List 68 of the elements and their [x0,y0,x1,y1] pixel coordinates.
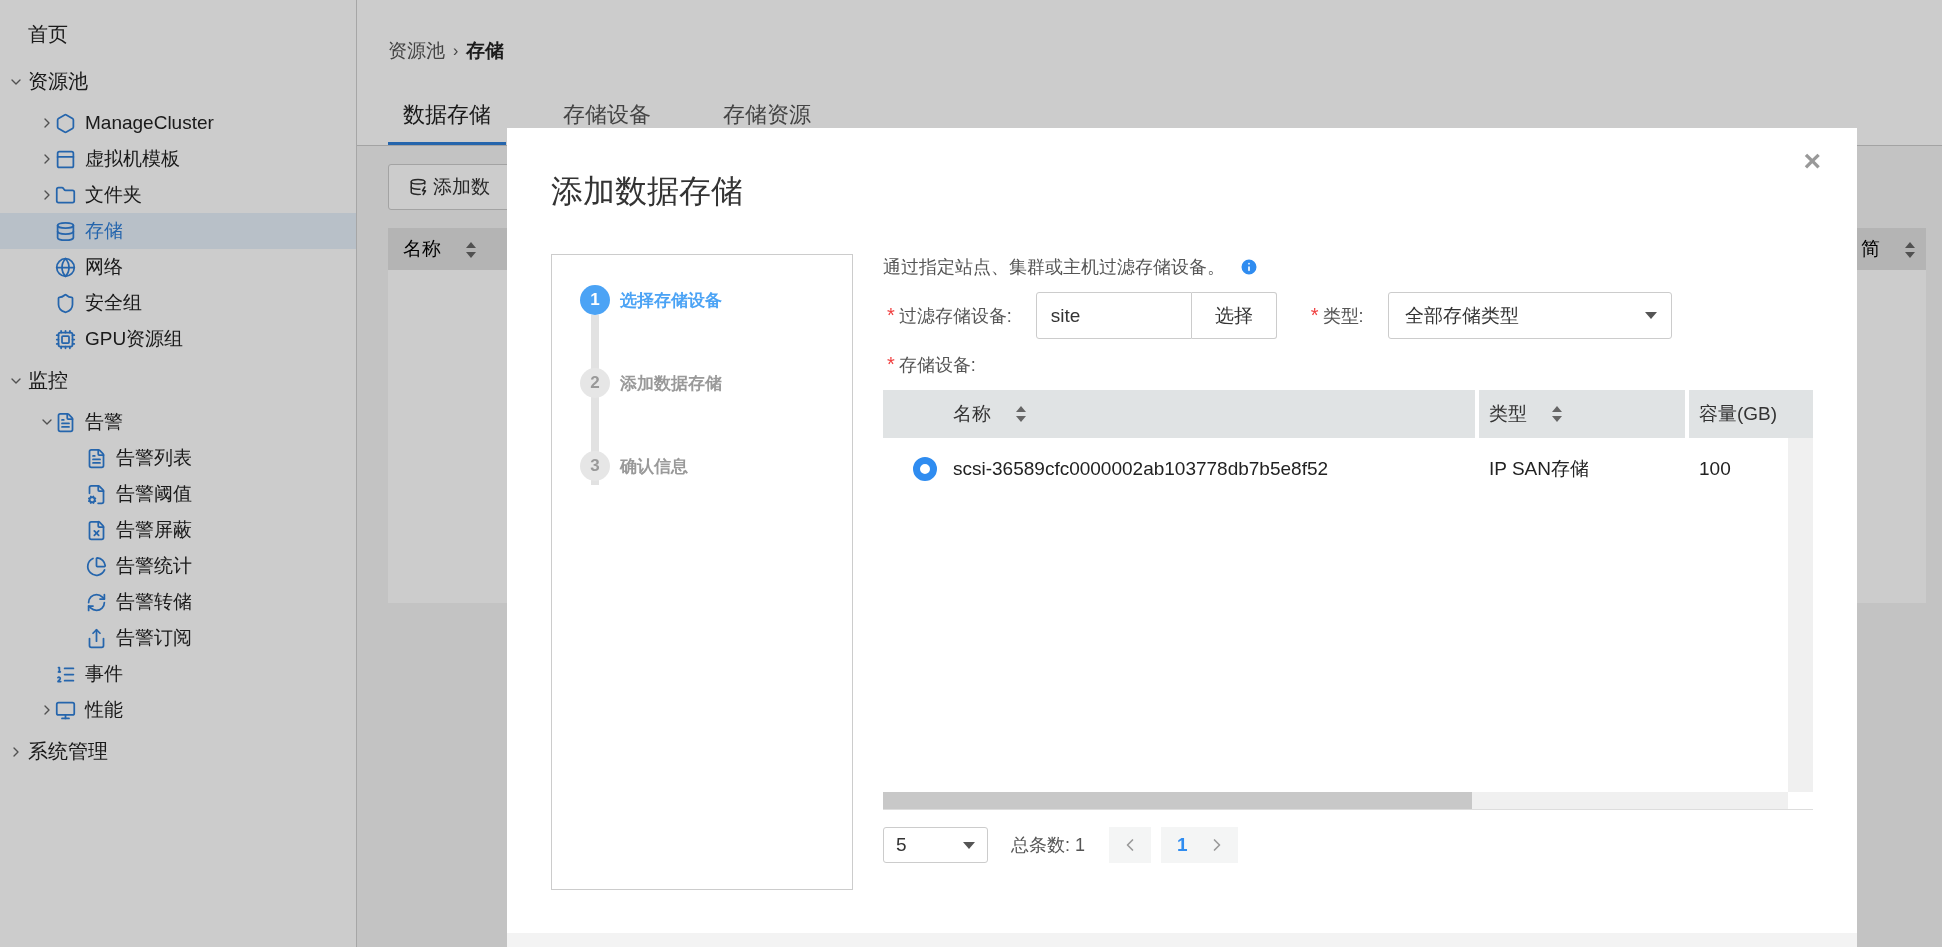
info-icon[interactable] [1239,257,1259,277]
sidebar-item[interactable]: GPU资源组 [0,321,356,357]
sidebar-item[interactable]: 首页 [0,11,356,58]
field-label: * 存储设备: [886,353,976,377]
scrollbar[interactable] [1788,438,1813,792]
sidebar-item[interactable]: 网络 [0,249,356,285]
share-icon [86,627,107,649]
step-number: 3 [580,451,610,481]
refresh-icon [86,591,107,613]
radio-button[interactable] [913,457,937,481]
sidebar-item[interactable]: 系统管理 [0,728,356,775]
monitor-icon [55,699,76,721]
document-icon [86,447,107,469]
description-text: 通过指定站点、集群或主机过滤存储设备。 [883,256,1225,279]
document-gear-icon [86,483,107,505]
database-icon [55,220,76,242]
step-number: 1 [580,285,610,315]
pie-chart-icon [86,555,107,577]
hexagon-icon [55,112,76,134]
breadcrumb-separator: › [453,42,459,60]
sidebar-item[interactable]: 告警阈值 [0,476,356,512]
shield-icon [55,292,76,314]
field-label: * 过滤存储设备: [886,303,1012,328]
select-button[interactable]: 选择 [1191,292,1277,339]
sidebar-item[interactable]: 事件 [0,656,356,692]
sidebar-item[interactable]: 虚拟机模板 [0,141,356,177]
field-label: * 类型: [1309,303,1364,328]
sidebar-item[interactable]: ManageCluster [0,105,356,141]
sidebar-item[interactable]: 资源池 [0,58,356,105]
filter-input[interactable]: site [1035,292,1192,339]
panel-icon [55,148,76,170]
step-label: 确认信息 [620,455,688,478]
sidebar-item[interactable]: 告警 [0,404,356,440]
page-size-dropdown[interactable]: 5 [883,827,988,863]
scrollbar[interactable] [883,792,1788,809]
globe-icon [55,256,76,278]
column-header[interactable]: 名称 [403,236,477,262]
sidebar-item[interactable]: 性能 [0,692,356,728]
dialog-title: 添加数据存储 [551,172,743,211]
document-x-icon [86,519,107,541]
table-cell-text: IP SAN存储 [1488,457,1590,481]
folder-icon [55,184,76,206]
breadcrumb-link[interactable]: 资源池 [388,38,445,64]
sidebar-item[interactable]: 告警订阅 [0,620,356,656]
sidebar-item[interactable]: 告警转储 [0,584,356,620]
column-header[interactable]: 简 [1861,236,1916,262]
step-label: 添加数据存储 [620,372,722,395]
sidebar-item[interactable]: 安全组 [0,285,356,321]
sort-icon[interactable] [1904,241,1916,259]
sidebar-item[interactable]: 文件夹 [0,177,356,213]
column-header[interactable]: 类型 [1475,390,1685,438]
step-number: 2 [580,368,610,398]
sidebar-item[interactable]: 告警统计 [0,548,356,584]
chip-icon [55,328,76,350]
sidebar-item[interactable]: 监控 [0,357,356,404]
table-cell-text: 100 [1698,458,1732,480]
sidebar-item[interactable]: 告警屏蔽 [0,512,356,548]
document-icon [55,411,76,433]
sidebar-item[interactable]: 告警列表 [0,440,356,476]
sort-icon[interactable] [1551,405,1563,423]
step-label: 选择存储设备 [620,289,722,312]
breadcrumb-current: 存储 [466,39,505,63]
sort-icon[interactable] [465,241,477,259]
column-header[interactable]: 名称 [953,390,1475,438]
sort-icon[interactable] [1015,405,1027,423]
table-cell-text: scsi-36589cfc0000002ab103778db7b5e8f52 [953,458,1330,480]
total-count: 总条数: 1 [1011,834,1085,857]
type-dropdown[interactable]: 全部存储类型 [1387,292,1672,339]
